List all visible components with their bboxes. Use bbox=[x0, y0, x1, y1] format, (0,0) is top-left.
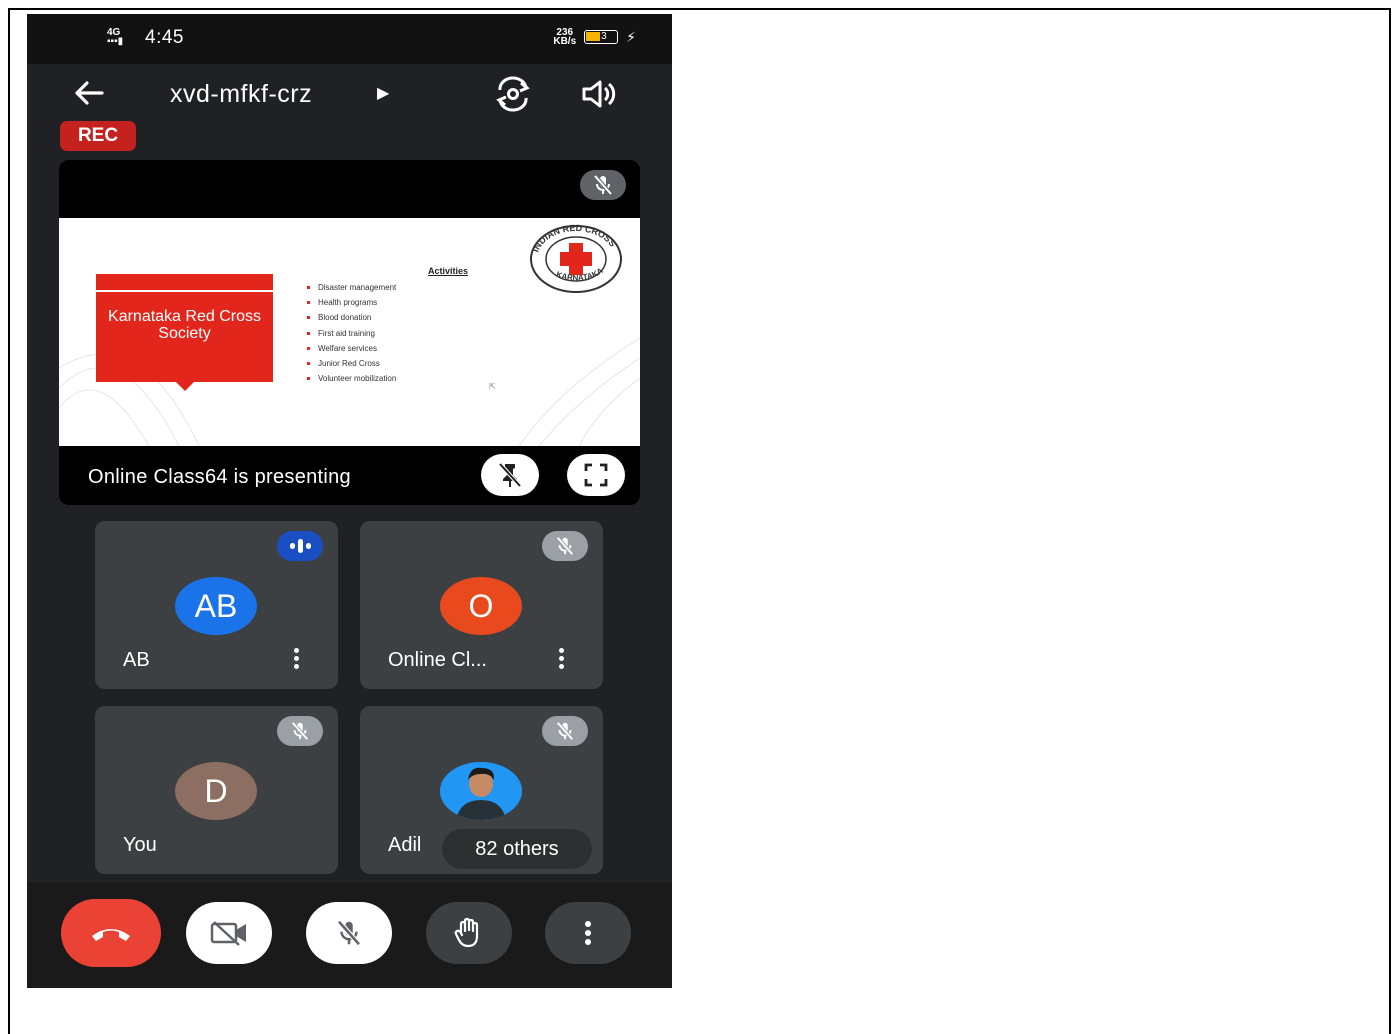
participant-tile[interactable]: Adil 82 others bbox=[360, 706, 603, 874]
mic-toggle-button[interactable] bbox=[306, 902, 392, 964]
shared-slide: Karnataka Red Cross Society Activities D… bbox=[59, 218, 640, 446]
speaker-icon[interactable] bbox=[580, 76, 620, 112]
profile-photo-avatar bbox=[440, 762, 522, 820]
charging-icon: ⚡ bbox=[626, 28, 636, 45]
avatar: AB bbox=[175, 577, 257, 635]
avatar: O bbox=[440, 577, 522, 635]
network-speed: 236 KB/s bbox=[553, 27, 577, 47]
status-icons: 236 KB/s 3 ⚡ bbox=[553, 27, 636, 47]
raise-hand-icon bbox=[454, 917, 479, 948]
clock: 4:45 bbox=[145, 27, 184, 48]
more-vert-icon bbox=[585, 921, 591, 945]
slide-list-item: Blood donation bbox=[307, 310, 396, 325]
slide-list-item: Volunteer mobilization bbox=[307, 371, 396, 386]
presentation-tile[interactable]: Karnataka Red Cross Society Activities D… bbox=[59, 160, 640, 505]
participant-tile[interactable]: AB AB bbox=[95, 521, 338, 689]
slide-list-item: Junior Red Cross bbox=[307, 356, 396, 371]
mic-off-icon bbox=[337, 920, 361, 946]
meeting-code[interactable]: xvd-mfkf-crz bbox=[170, 80, 312, 109]
unpin-button[interactable] bbox=[481, 454, 539, 496]
slide-list-item: Welfare services bbox=[307, 341, 396, 356]
presenting-label: Online Class64 is presenting bbox=[88, 466, 351, 488]
fullscreen-icon bbox=[584, 463, 608, 487]
call-header: xvd-mfkf-crz ▶ bbox=[27, 64, 672, 124]
mic-off-icon bbox=[580, 170, 626, 200]
mic-off-icon bbox=[277, 716, 323, 746]
meeting-info-caret-icon[interactable]: ▶ bbox=[377, 83, 389, 103]
fullscreen-button[interactable] bbox=[567, 454, 625, 496]
participant-name: You bbox=[123, 834, 157, 856]
pointer-cursor-icon: ⇱ bbox=[489, 382, 496, 391]
status-bar: 4G ▪▪▪▮ 4:45 236 KB/s 3 ⚡ bbox=[27, 14, 672, 64]
back-arrow-icon[interactable] bbox=[72, 76, 106, 118]
participant-tile[interactable]: D You bbox=[95, 706, 338, 874]
avatar: D bbox=[175, 762, 257, 820]
end-call-button[interactable] bbox=[61, 899, 161, 967]
unpin-icon bbox=[498, 462, 522, 488]
participant-tile[interactable]: O Online Cl... bbox=[360, 521, 603, 689]
participant-name: Adil bbox=[388, 834, 422, 856]
raise-hand-button[interactable] bbox=[426, 902, 512, 964]
switch-camera-icon[interactable] bbox=[493, 76, 533, 112]
others-count-chip[interactable]: 82 others bbox=[442, 829, 592, 869]
slide-title-box: Karnataka Red Cross Society bbox=[96, 274, 273, 382]
slide-list-item: First aid training bbox=[307, 326, 396, 341]
participant-name: Online Cl... bbox=[388, 649, 487, 671]
signal-icon: 4G ▪▪▪▮ bbox=[107, 27, 124, 47]
more-options-button[interactable] bbox=[545, 902, 631, 964]
meet-call-screen: 4G ▪▪▪▮ 4:45 236 KB/s 3 ⚡ xvd-mfkf-crz ▶ bbox=[27, 14, 672, 988]
speaking-indicator-icon bbox=[277, 531, 323, 561]
call-controls-bar bbox=[27, 882, 672, 988]
more-options-icon[interactable] bbox=[556, 648, 566, 672]
more-options-icon[interactable] bbox=[291, 648, 301, 672]
red-cross-logo: INDIAN RED CROSS KARNATAKA bbox=[529, 223, 623, 294]
slide-list-item: Disaster management bbox=[307, 280, 396, 295]
mic-off-icon bbox=[542, 716, 588, 746]
slide-list-item: Health programs bbox=[307, 295, 396, 310]
mic-off-icon bbox=[542, 531, 588, 561]
camera-toggle-button[interactable] bbox=[186, 902, 272, 964]
slide-activities-list: Disaster management Health programs Bloo… bbox=[307, 280, 396, 386]
camera-off-icon bbox=[210, 921, 246, 946]
participant-name: AB bbox=[123, 649, 150, 671]
recording-badge: REC bbox=[60, 121, 136, 151]
slide-heading: Activities bbox=[428, 266, 469, 276]
end-call-icon bbox=[92, 929, 130, 941]
battery-icon: 3 bbox=[584, 30, 619, 44]
